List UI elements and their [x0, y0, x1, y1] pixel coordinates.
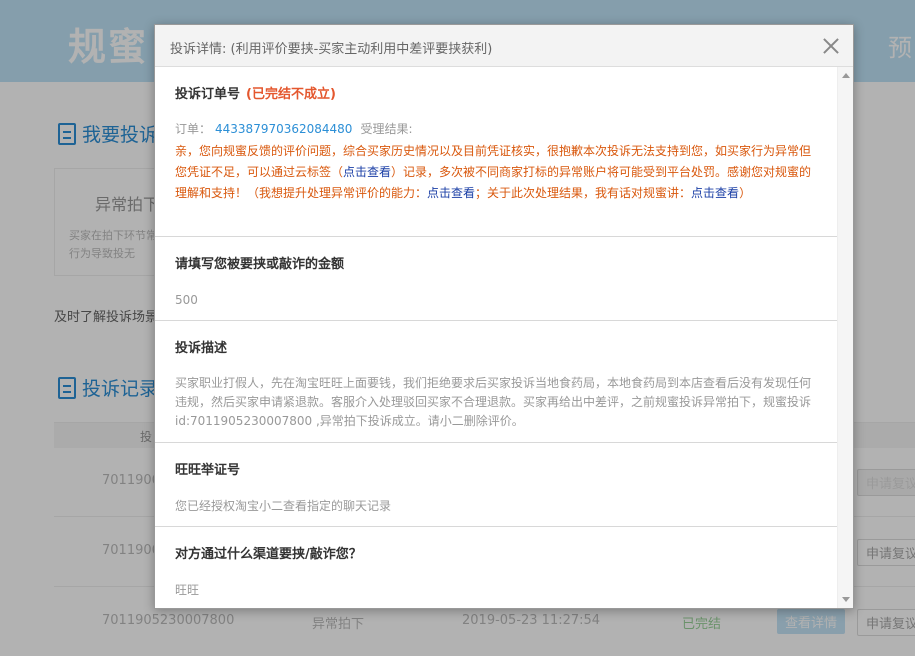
order-section-title: 投诉订单号 (已完结不成立) [175, 83, 817, 102]
wangwang-section: 旺旺举证号 您已经授权淘宝小二查看指定的聊天记录 [155, 443, 837, 527]
result-text-part3: ；关于此次处理结果，我有话对规蜜讲： [475, 186, 692, 200]
result-text-part4: ） [739, 186, 752, 200]
order-section: 投诉订单号 (已完结不成立) 订单： 443387970362084480 受理结果:… [155, 67, 837, 237]
order-line: 订单： 443387970362084480 受理结果: [175, 120, 817, 137]
amount-value: 500 [175, 293, 198, 307]
feedback-link[interactable]: 点击查看 [691, 186, 739, 200]
modal-body: 投诉订单号 (已完结不成立) 订单： 443387970362084480 受理结果:… [155, 67, 837, 608]
close-icon[interactable] [823, 38, 839, 54]
modal-scrollbar[interactable] [837, 67, 853, 608]
amount-section-title: 请填写您被要挟或敲诈的金额 [175, 257, 345, 272]
wangwang-value: 您已经授权淘宝小二查看指定的聊天记录 [175, 499, 392, 513]
order-number-link[interactable]: 443387970362084480 [215, 122, 352, 136]
description-section-title: 投诉描述 [175, 341, 228, 356]
complaint-detail-modal: 投诉详情: (利用评价要挟-买家主动利用中差评要挟获利) 投诉订单号 (已完结不成… [154, 24, 854, 609]
order-title-label: 投诉订单号 [175, 87, 241, 102]
description-section: 投诉描述 买家职业打假人，先在淘宝旺旺上面要钱，我们拒绝要求后买家投诉当地食药局… [155, 321, 837, 443]
modal-title: 投诉详情: (利用评价要挟-买家主动利用中差评要挟获利) [170, 42, 493, 57]
scroll-up-arrow-icon[interactable] [842, 73, 850, 78]
channel-section: 对方通过什么渠道要挟/敲诈您？ 旺旺 [155, 527, 837, 608]
channel-section-title: 对方通过什么渠道要挟/敲诈您？ [175, 547, 362, 562]
description-value: 买家职业打假人，先在淘宝旺旺上面要钱，我们拒绝要求后买家投诉当地食药局，本地食药… [175, 376, 812, 428]
scroll-down-arrow-icon[interactable] [842, 597, 850, 602]
cloud-tag-link[interactable]: 点击查看 [343, 165, 391, 179]
amount-section: 请填写您被要挟或敲诈的金额 500 [155, 237, 837, 321]
wangwang-section-title: 旺旺举证号 [175, 463, 241, 478]
result-text: 亲，您向规蜜反馈的评价问题，综合买家历史情况以及目前凭证核实，很抱歉本次投诉无法… [175, 141, 817, 204]
result-label: 受理结果: [360, 122, 413, 136]
order-label: 订单： [175, 122, 212, 136]
channel-value: 旺旺 [175, 583, 200, 597]
improve-ability-link[interactable]: 点击查看 [427, 186, 475, 200]
modal-header: 投诉详情: (利用评价要挟-买家主动利用中差评要挟获利) [155, 25, 853, 67]
order-status-badge: (已完结不成立) [246, 87, 336, 102]
